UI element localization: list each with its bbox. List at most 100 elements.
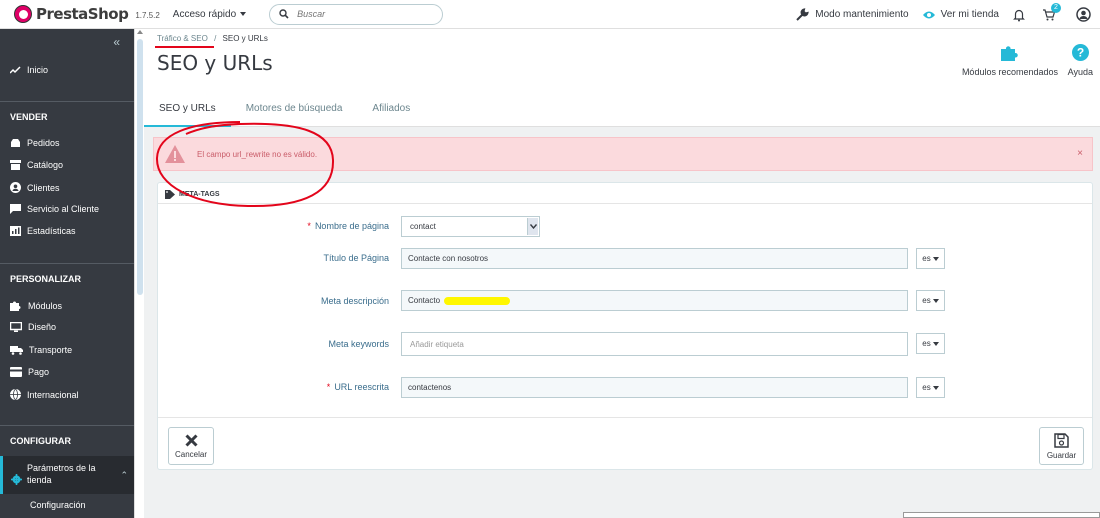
- page-name-select[interactable]: contact: [401, 216, 540, 237]
- divider: [0, 425, 134, 426]
- quick-access-label: Acceso rápido: [172, 8, 237, 20]
- url-rewrite-lang-select[interactable]: es: [916, 377, 945, 398]
- panel-heading-text: META-TAGS: [179, 191, 220, 198]
- meta-keywords-lang-select[interactable]: es: [916, 333, 945, 354]
- caret-down-icon: [240, 12, 247, 16]
- sidebar-heading-configure: CONFIGURAR: [10, 436, 71, 446]
- puzzle-icon: [10, 301, 21, 311]
- eye-icon: [922, 11, 935, 18]
- sidebar-item-payment[interactable]: Pago: [10, 367, 49, 377]
- status-strip: [903, 512, 1100, 518]
- logo[interactable]: PrestaShop: [14, 5, 129, 23]
- chat-icon: [10, 204, 21, 214]
- sidebar-item-international[interactable]: Internacional: [10, 389, 79, 400]
- sidebar-item-catalog[interactable]: Catálogo: [10, 160, 63, 170]
- sidebar-item-label: Parámetros de la tienda: [27, 463, 96, 485]
- sidebar: « Inicio VENDER Pedidos Catálogo Cliente…: [0, 29, 134, 518]
- meta-description-input[interactable]: Contacto: [401, 290, 908, 311]
- tab-affiliates[interactable]: Afiliados: [357, 89, 425, 127]
- tab-bar: SEO y URLs Motores de búsqueda Afiliados: [144, 89, 425, 127]
- divider: [158, 417, 1092, 418]
- chevron-up-icon: ⌃: [120, 470, 128, 480]
- sidebar-subitem-label: Configuración: [30, 500, 86, 510]
- quick-access-dropdown[interactable]: Acceso rápido: [172, 8, 247, 20]
- help-button[interactable]: ? Ayuda: [1068, 44, 1093, 77]
- annotation-underline: [155, 46, 214, 48]
- view-store-link[interactable]: Ver mi tienda: [922, 9, 999, 20]
- caret-down-icon: [932, 341, 939, 346]
- version-label: 1.7.5.2: [135, 11, 160, 20]
- panel-heading: META-TAGS: [165, 190, 220, 199]
- caret-down-icon: [932, 256, 939, 261]
- sidebar-item-shop-parameters[interactable]: Parámetros de la tienda ⌃: [0, 456, 134, 494]
- meta-tags-panel: META-TAGS * Nombre de página contact Títu…: [157, 182, 1093, 470]
- page-header: Tráfico & SEO / SEO y URLs SEO y URLs Mó…: [144, 29, 1100, 127]
- sidebar-item-label: Módulos: [28, 300, 63, 311]
- recommended-modules-button[interactable]: Módulos recomendados: [962, 44, 1058, 77]
- account-button[interactable]: [1076, 7, 1091, 22]
- sidebar-item-orders[interactable]: Pedidos: [10, 138, 60, 148]
- sidebar-item-stats[interactable]: Estadísticas: [10, 226, 76, 236]
- page-title-label: Título de Página: [323, 253, 389, 263]
- meta-keywords-input[interactable]: Añadir etiqueta: [401, 332, 908, 356]
- truck-icon: [10, 346, 23, 355]
- sidebar-scrollbar[interactable]: [134, 29, 144, 518]
- tab-seo-urls[interactable]: SEO y URLs: [144, 89, 231, 127]
- tab-search-engines[interactable]: Motores de búsqueda: [231, 89, 358, 127]
- meta-description-lang-select[interactable]: es: [916, 290, 945, 311]
- inbox-icon: [11, 139, 20, 147]
- credit-card-icon: [10, 367, 22, 377]
- svg-text:?: ?: [1077, 46, 1084, 60]
- sidebar-item-home[interactable]: Inicio: [10, 65, 48, 75]
- lang-label: es: [922, 254, 931, 263]
- close-alert-button[interactable]: ×: [1077, 148, 1083, 159]
- tags-icon: [165, 190, 175, 199]
- sidebar-item-label: Servicio al Cliente: [27, 204, 100, 214]
- meta-description-label: Meta descripción: [320, 296, 389, 306]
- url-rewrite-input[interactable]: contactenos: [401, 377, 908, 398]
- store-icon: [10, 160, 21, 170]
- url-rewrite-label: * URL reescrita: [327, 382, 389, 392]
- bell-icon: [1013, 9, 1025, 21]
- wrench-icon: [796, 7, 810, 21]
- scrollbar-thumb[interactable]: [137, 39, 143, 295]
- breadcrumb-link[interactable]: Tráfico & SEO: [157, 34, 208, 43]
- warning-icon: [165, 145, 185, 163]
- sidebar-subitem-configuration[interactable]: Configuración: [30, 500, 86, 510]
- cancel-button[interactable]: Cancelar: [168, 427, 214, 465]
- search-box[interactable]: [269, 3, 444, 25]
- caret-down-icon: [932, 298, 939, 303]
- save-icon: [1054, 432, 1069, 448]
- meta-description-value: Contacto: [408, 296, 441, 305]
- notifications-button[interactable]: [1012, 8, 1026, 22]
- save-button[interactable]: Guardar: [1039, 427, 1084, 465]
- help-icon: ?: [1071, 44, 1089, 61]
- page-name-label-text: Nombre de página: [314, 221, 389, 231]
- error-message: El campo url_rewrite no es válido.: [197, 149, 318, 159]
- notification-badge: 2: [1051, 2, 1061, 13]
- page-title-input[interactable]: Contacte con nosotros: [401, 248, 908, 269]
- sidebar-item-customers[interactable]: Clientes: [10, 182, 60, 193]
- recommended-modules-label: Módulos recomendados: [961, 67, 1058, 77]
- sidebar-item-label: Transporte: [29, 345, 73, 355]
- search-input[interactable]: [297, 9, 428, 19]
- sidebar-item-label: Pedidos: [27, 138, 60, 148]
- sidebar-item-modules[interactable]: Módulos: [10, 300, 62, 311]
- maintenance-mode-link[interactable]: Modo mantenimiento: [795, 7, 909, 22]
- bar-chart-icon: [10, 226, 21, 236]
- gear-icon: [11, 474, 22, 485]
- user-icon: [10, 182, 21, 193]
- sidebar-item-design[interactable]: Diseño: [10, 322, 56, 332]
- puzzle-icon: [1000, 46, 1018, 61]
- cancel-label: Cancelar: [174, 449, 207, 459]
- sidebar-heading-sell: VENDER: [10, 112, 48, 122]
- sidebar-item-customer-service[interactable]: Servicio al Cliente: [10, 204, 99, 214]
- breadcrumb-separator: /: [214, 34, 217, 43]
- divider: [0, 263, 134, 264]
- collapse-sidebar-icon[interactable]: «: [113, 35, 120, 49]
- page-title-lang-select[interactable]: es: [916, 248, 945, 269]
- scroll-up-arrow[interactable]: [137, 30, 143, 34]
- caret-down-icon: [932, 385, 939, 390]
- orders-notifications-button[interactable]: 2: [1042, 2, 1061, 22]
- sidebar-item-shipping[interactable]: Transporte: [10, 345, 72, 355]
